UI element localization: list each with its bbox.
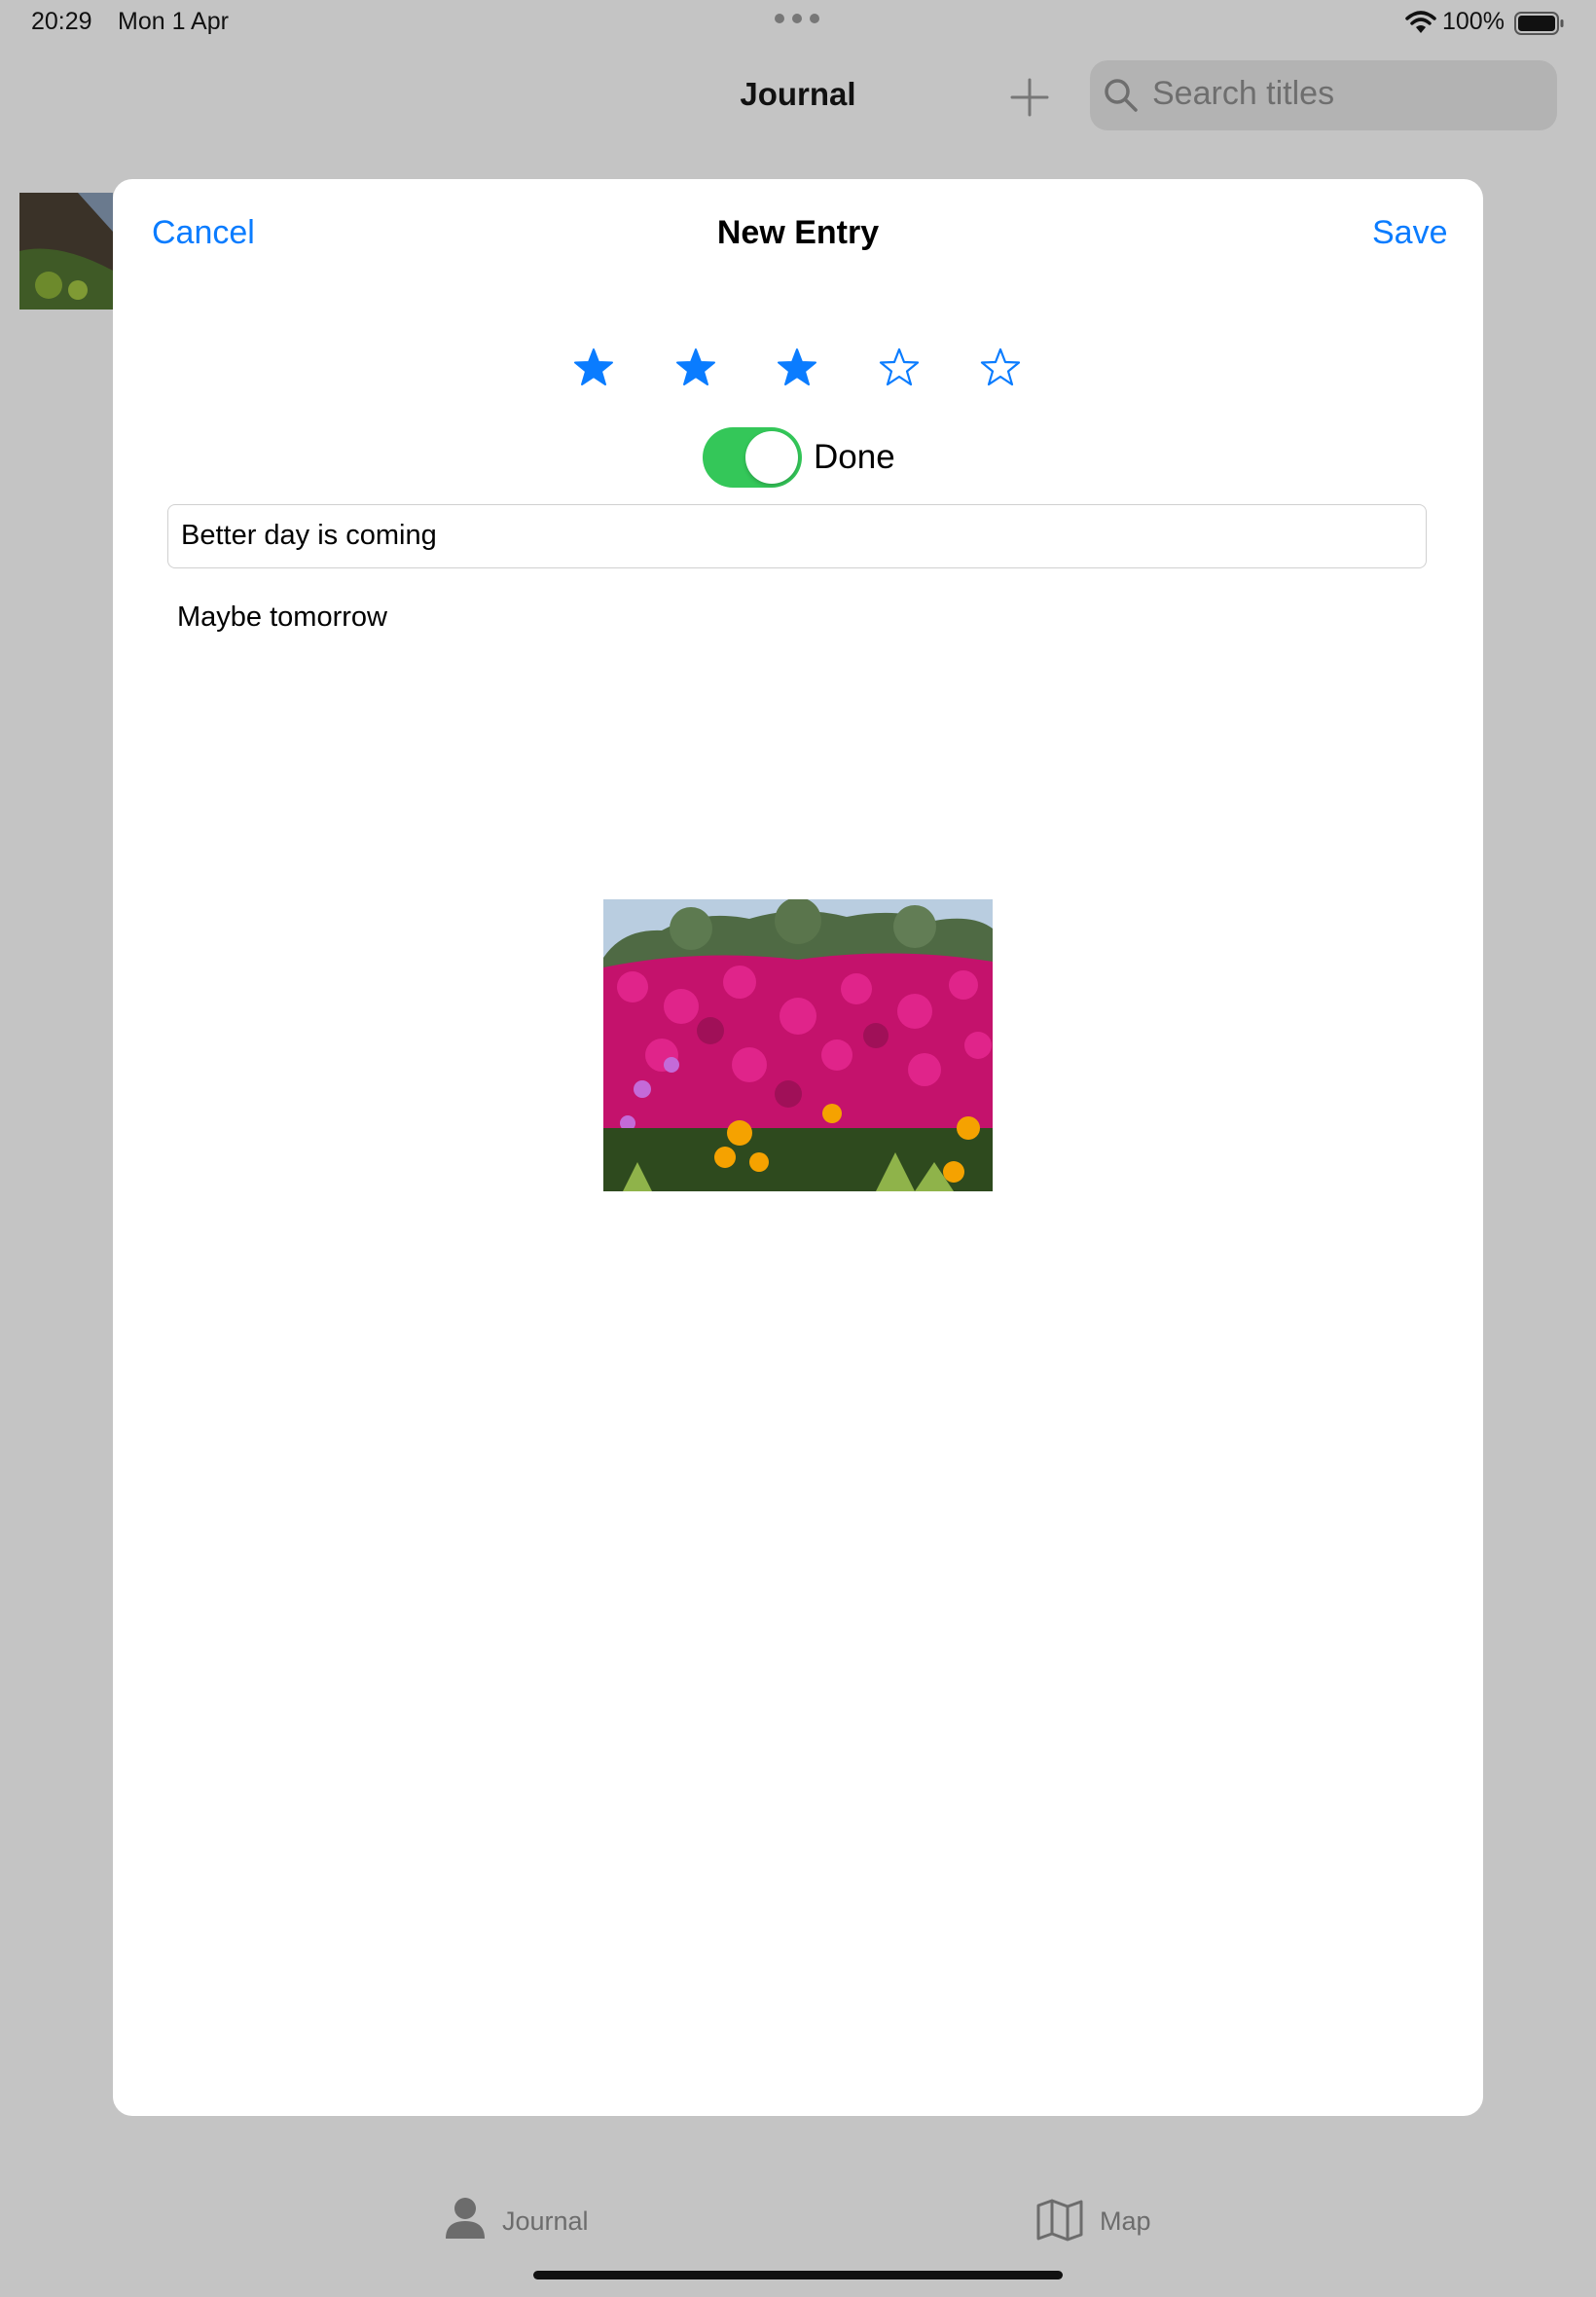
multitasking-dots-icon[interactable] (775, 14, 819, 27)
tab-journal[interactable]: Journal (502, 2206, 589, 2237)
search-placeholder: Search titles (1152, 75, 1335, 112)
star-empty-icon[interactable] (874, 343, 925, 393)
star-rating (568, 343, 1026, 401)
sheet-title: New Entry (716, 214, 880, 251)
done-toggle-label: Done (814, 438, 895, 476)
map-icon[interactable] (1035, 2198, 1084, 2242)
body-text-editor[interactable]: Maybe tomorrow (177, 602, 387, 634)
search-icon (1105, 79, 1138, 112)
attached-photo[interactable] (603, 899, 993, 1191)
wifi-icon (1405, 11, 1436, 33)
save-button[interactable]: Save (1372, 214, 1448, 252)
toggle-knob (745, 431, 798, 484)
status-time: 20:29 (31, 8, 92, 35)
star-filled-icon[interactable] (568, 343, 619, 393)
battery-icon (1514, 12, 1564, 35)
star-empty-icon[interactable] (975, 343, 1026, 393)
tab-map[interactable]: Map (1100, 2206, 1151, 2237)
star-filled-icon[interactable] (772, 343, 822, 393)
add-entry-icon[interactable] (1008, 76, 1051, 119)
person-icon[interactable] (444, 2196, 487, 2241)
home-indicator[interactable] (533, 2271, 1063, 2279)
star-filled-icon[interactable] (671, 343, 721, 393)
battery-percentage: 100% (1442, 8, 1505, 35)
done-toggle[interactable] (703, 427, 802, 488)
status-date: Mon 1 Apr (118, 8, 229, 35)
title-field[interactable]: Better day is coming (167, 504, 1427, 568)
